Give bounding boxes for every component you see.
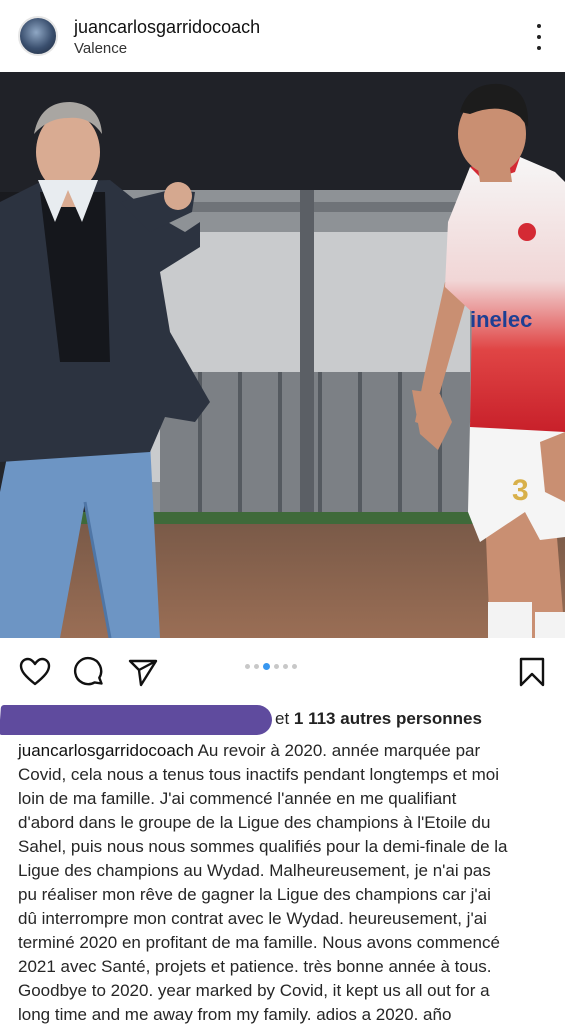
likes-row[interactable]: et 1 113 autres personnes xyxy=(0,700,565,736)
carousel-dot xyxy=(283,664,288,669)
caption-line: pu réaliser mon rêve de gagner la Ligue … xyxy=(18,885,491,904)
carousel-dot xyxy=(274,664,279,669)
caption-line: terminé 2020 en profitant de ma famille.… xyxy=(18,933,500,952)
caption-username[interactable]: juancarlosgarridocoach xyxy=(18,741,194,760)
jersey-number: 3 xyxy=(512,474,529,507)
caption-line: 2021 avec Santé, projets et patience. tr… xyxy=(18,957,492,976)
redacted-likers xyxy=(0,705,274,735)
carousel-indicator xyxy=(245,663,297,670)
caption-line: Sahel, puis nous nous sommes qualifiés p… xyxy=(18,837,508,856)
heart-icon[interactable] xyxy=(19,656,51,688)
more-options-icon[interactable] xyxy=(535,24,543,50)
bookmark-icon[interactable] xyxy=(516,656,548,688)
caption-line: Au revoir à 2020. année marquée par xyxy=(193,741,481,760)
carousel-dot xyxy=(245,664,250,669)
comment-icon[interactable] xyxy=(73,656,105,688)
caption-line: d'abord dans le groupe de la Ligue des c… xyxy=(18,813,491,832)
post-username[interactable]: juancarlosgarridocoach xyxy=(74,17,260,38)
likes-text[interactable]: et 1 113 autres personnes xyxy=(275,709,482,729)
post-location[interactable]: Valence xyxy=(74,40,127,57)
post-header: juancarlosgarridocoach Valence xyxy=(0,0,565,72)
likes-prefix: et xyxy=(275,709,294,728)
post-photo[interactable]: 3 inelec xyxy=(0,72,565,638)
caption-line: Covid, cela nous a tenus tous inactifs p… xyxy=(18,765,500,784)
likes-count: 1 113 autres personnes xyxy=(293,709,482,728)
carousel-dot xyxy=(254,664,259,669)
jersey-sponsor: inelec xyxy=(470,307,532,332)
caption-line: loin de ma famille. J'ai commencé l'anné… xyxy=(18,789,457,808)
share-icon[interactable] xyxy=(127,656,159,688)
carousel-dot-active xyxy=(263,663,270,670)
caption-line: Ligue des champions au Wydad. Malheureus… xyxy=(18,861,491,880)
post-caption: juancarlosgarridocoach Au revoir à 2020.… xyxy=(18,739,553,1027)
carousel-dot xyxy=(292,664,297,669)
avatar[interactable] xyxy=(18,16,58,56)
caption-line: long time and me away from my family. ad… xyxy=(18,1005,452,1024)
caption-line: dû interrompre mon contrat avec le Wydad… xyxy=(18,909,487,928)
post-actions xyxy=(0,638,565,700)
post-photo-image: 3 inelec xyxy=(0,72,565,638)
caption-line: Goodbye to 2020. year marked by Covid, i… xyxy=(18,981,490,1000)
